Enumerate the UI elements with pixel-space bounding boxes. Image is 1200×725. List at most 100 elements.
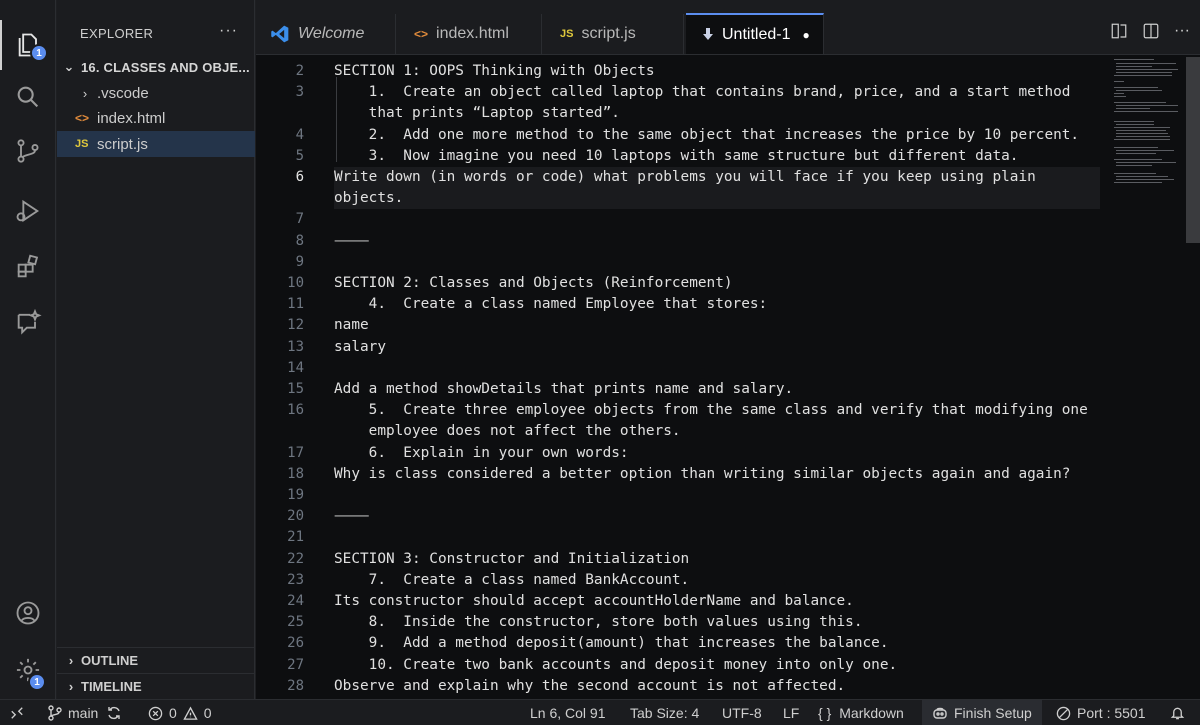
tree-item-vscode[interactable]: › .vscode: [57, 80, 255, 106]
warning-icon: [183, 705, 198, 720]
line-number: 9: [295, 253, 304, 270]
line-number: 24: [287, 593, 304, 609]
encoding[interactable]: UTF-8: [722, 700, 762, 725]
code-line: Its constructor should accept accountHol…: [334, 593, 854, 609]
error-count: 0: [169, 705, 177, 721]
line-number: 27: [287, 656, 304, 673]
error-icon: [148, 706, 163, 720]
vscode-logo-icon: [271, 25, 289, 43]
tab-label: index.html: [436, 25, 509, 42]
code-line: SECTION 2: Classes and Objects (Reinforc…: [334, 275, 733, 291]
explorer-activity-button[interactable]: 1: [0, 20, 56, 70]
code-line: name: [334, 317, 369, 334]
open-preview-icon[interactable]: [1110, 22, 1128, 40]
accounts-badge: 1: [28, 673, 46, 691]
code-line: salary: [334, 338, 386, 355]
code-line: Add a method showDetails that prints nam…: [334, 381, 794, 397]
copilot-icon: [933, 707, 947, 719]
explorer-more-actions[interactable]: ···: [219, 22, 238, 40]
chat-activity-button[interactable]: [0, 298, 56, 348]
run-debug-icon: [16, 199, 40, 223]
tab-untitled-1[interactable]: Untitled-1 ●: [686, 13, 824, 54]
braces-icon: { }: [818, 705, 832, 721]
outline-section[interactable]: › OUTLINE: [57, 647, 255, 673]
line-number: 7: [295, 211, 304, 228]
tab-label: Welcome: [298, 25, 365, 42]
source-control-activity-button[interactable]: [0, 126, 56, 176]
accounts-activity-button[interactable]: [0, 588, 56, 638]
code-line: employee does not affect the others.: [334, 423, 681, 440]
line-number: 13: [287, 338, 304, 355]
line-number: 26: [287, 635, 304, 652]
branch-indicator[interactable]: main: [48, 700, 128, 725]
code-line: 2. Add one more method to the same objec…: [334, 126, 1080, 143]
run-debug-activity-button[interactable]: [0, 186, 56, 236]
code-line: Write down (in words or code) what probl…: [334, 169, 1036, 185]
tab-welcome[interactable]: Welcome: [256, 14, 396, 54]
code-line: ⸻: [334, 232, 370, 249]
extensions-icon: [17, 254, 39, 278]
line-number: 23: [287, 571, 304, 588]
language-mode[interactable]: { } Markdown: [818, 700, 904, 725]
folder-root-label: 16. CLASSES AND OBJE...: [81, 59, 250, 75]
sync-icon: [108, 706, 121, 720]
bell-icon: [1170, 707, 1185, 720]
tab-index-html[interactable]: <> index.html: [396, 14, 542, 54]
line-number: 12: [287, 317, 304, 334]
line-number: 21: [287, 529, 304, 546]
tab-label: script.js: [581, 25, 636, 42]
cursor-position[interactable]: Ln 6, Col 91: [530, 700, 606, 725]
manage-activity-button[interactable]: 1: [0, 645, 56, 695]
search-activity-button[interactable]: [0, 72, 56, 122]
line-number: 14: [287, 359, 304, 376]
finish-setup-label: Finish Setup: [954, 705, 1032, 721]
more-actions-icon[interactable]: ···: [1174, 22, 1190, 40]
chat-sparkle-icon: [17, 309, 42, 335]
chevron-right-icon: ›: [82, 85, 88, 101]
tree-item-script-js[interactable]: JS script.js: [57, 131, 255, 157]
outline-label: OUTLINE: [81, 653, 139, 668]
split-editor-icon[interactable]: [1142, 22, 1160, 40]
html-file-icon: <>: [414, 27, 429, 41]
editor-area[interactable]: 2 SECTION 1: OOPS Thinking with Objects 3 …: [256, 55, 1200, 699]
code-line: objects.: [334, 190, 404, 207]
tree-item-label: index.html: [97, 109, 166, 127]
tree-item-index-html[interactable]: <> index.html: [57, 105, 255, 131]
explorer-sidebar: EXPLORER ··· ⌄ 16. CLASSES AND OBJE... ›…: [57, 0, 255, 699]
code-line: Why is class considered a better option …: [334, 465, 1071, 482]
notifications-button[interactable]: [1170, 700, 1191, 725]
line-number: 8: [295, 232, 304, 249]
line-number: 5: [295, 147, 304, 164]
line-number: 11: [287, 296, 304, 313]
html-file-icon: <>: [75, 111, 90, 125]
line-number: 25: [287, 614, 304, 631]
line-number: 28: [287, 677, 304, 694]
line-number: 17: [287, 444, 304, 461]
timeline-label: TIMELINE: [81, 679, 142, 694]
extensions-activity-button[interactable]: [0, 242, 56, 292]
tab-size[interactable]: Tab Size: 4: [630, 700, 699, 725]
line-number: 2: [295, 63, 304, 79]
live-server-port[interactable]: Port : 5501: [1056, 700, 1146, 725]
line-number: 19: [287, 487, 304, 503]
minimap[interactable]: [1112, 55, 1182, 255]
code-line: SECTION 1: OOPS Thinking with Objects: [334, 63, 655, 79]
code-line: SECTION 3: Constructor and Initializatio…: [334, 550, 690, 567]
tab-script-js[interactable]: JS script.js: [542, 14, 684, 54]
code-line: 5. Create three employee objects from th…: [334, 402, 1088, 419]
line-number: 10: [287, 275, 304, 291]
editor-scrollbar[interactable]: [1186, 57, 1200, 243]
download-arrow-icon: [703, 27, 713, 40]
finish-setup-button[interactable]: Finish Setup: [922, 700, 1042, 725]
timeline-section[interactable]: › TIMELINE: [57, 673, 255, 699]
search-icon: [17, 86, 39, 108]
code-line: 6. Explain in your own words:: [334, 444, 629, 461]
tree-item-label: .vscode: [97, 84, 149, 102]
unsaved-dot-icon[interactable]: ●: [802, 28, 809, 42]
remote-indicator[interactable]: [10, 700, 30, 725]
chevron-down-icon: ⌄: [63, 59, 75, 74]
port-label: Port : 5501: [1077, 705, 1146, 721]
problems-indicator[interactable]: 0 0: [148, 700, 212, 725]
folder-root[interactable]: ⌄ 16. CLASSES AND OBJE...: [57, 54, 255, 80]
end-of-line[interactable]: LF: [783, 700, 799, 725]
